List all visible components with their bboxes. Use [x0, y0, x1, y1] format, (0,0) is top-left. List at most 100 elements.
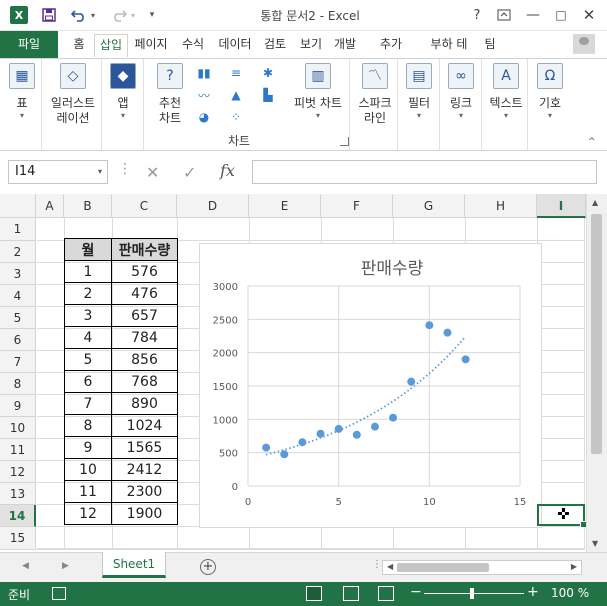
row-header-1[interactable]: 1	[0, 218, 36, 241]
redo-dropdown-icon[interactable]: ▾	[128, 6, 138, 24]
cell-month[interactable]: 6	[64, 370, 112, 393]
zoom-slider[interactable]	[424, 593, 524, 594]
tab-addins[interactable]: 추가	[376, 34, 406, 57]
tab-insert[interactable]: 삽입	[94, 34, 128, 57]
row-header-14[interactable]: 14	[0, 505, 36, 527]
save-icon[interactable]	[40, 6, 58, 24]
name-box[interactable]: I14 ▾	[8, 160, 108, 184]
addins-button[interactable]: ◆ 앱 ▾	[109, 63, 137, 121]
cell-month[interactable]: 12	[64, 502, 112, 525]
row-header-6[interactable]: 6	[0, 329, 36, 351]
cell-sales[interactable]: 1024	[111, 414, 178, 437]
cancel-icon[interactable]: ✕	[146, 163, 159, 182]
vertical-scrollbar[interactable]: ▲ ▼	[586, 194, 607, 552]
row-header-15[interactable]: 15	[0, 527, 36, 550]
macro-record-icon[interactable]	[52, 587, 66, 600]
illustrations-button[interactable]: ◇ 일러스트 레이션	[46, 63, 100, 126]
column-header-i[interactable]: I	[537, 194, 586, 218]
cell-month[interactable]: 5	[64, 348, 112, 371]
maximize-button[interactable]: □	[550, 4, 572, 26]
help-button[interactable]: ?	[466, 4, 488, 26]
cell-month[interactable]: 9	[64, 436, 112, 459]
select-all-corner[interactable]	[0, 194, 36, 218]
scroll-up-icon[interactable]: ▲	[592, 198, 598, 207]
formula-input[interactable]	[252, 160, 597, 184]
row-header-2[interactable]: 2	[0, 241, 36, 263]
tab-developer[interactable]: 개발	[330, 34, 360, 57]
tab-data[interactable]: 데이터	[214, 34, 256, 57]
text-button[interactable]: A 텍스트 ▾	[486, 63, 526, 121]
cell-sales[interactable]: 1565	[111, 436, 178, 459]
link-button[interactable]: ∞ 링크 ▾	[446, 63, 476, 121]
cell-sales[interactable]: 768	[111, 370, 178, 393]
line-chart-icon[interactable]: 〰	[194, 87, 214, 103]
row-header-7[interactable]: 7	[0, 351, 36, 373]
zoom-slider-thumb[interactable]	[470, 588, 474, 599]
header-month[interactable]: 월	[64, 238, 112, 261]
column-header-h[interactable]: H	[465, 194, 537, 218]
row-header-10[interactable]: 10	[0, 417, 36, 439]
cell-month[interactable]: 2	[64, 282, 112, 305]
horizontal-scrollbar[interactable]: ◀ ▶	[382, 560, 582, 575]
tab-view[interactable]: 보기	[296, 34, 326, 57]
cell-sales[interactable]: 856	[111, 348, 178, 371]
tab-home[interactable]: 홈	[66, 34, 92, 57]
cell-sales[interactable]: 2300	[111, 480, 178, 503]
tab-team[interactable]: 팀	[480, 34, 500, 57]
row-header-5[interactable]: 5	[0, 307, 36, 329]
scroll-right-icon[interactable]: ▶	[571, 562, 577, 571]
table-button[interactable]: ▦ 표 ▾	[8, 63, 36, 121]
insert-function-icon[interactable]: fx	[220, 161, 235, 180]
scroll-left-icon[interactable]: ◀	[387, 562, 393, 571]
close-button[interactable]: ✕	[578, 4, 600, 26]
undo-icon[interactable]	[70, 6, 88, 24]
redo-icon[interactable]	[110, 6, 128, 24]
cell-sales[interactable]: 784	[111, 326, 178, 349]
radar-chart-icon[interactable]: ✱	[258, 65, 278, 81]
scatter-chart-icon[interactable]: ⁘	[226, 109, 246, 125]
scatter-chart[interactable]: 판매수량 0 500 1000 1500 2000 2500 3000 0 5 10 15	[199, 243, 542, 528]
formula-bar-grip-icon[interactable]: ⋮	[118, 161, 132, 177]
page-break-view-icon[interactable]	[378, 586, 394, 601]
tab-split-handle-icon[interactable]: ⋮	[372, 559, 382, 570]
normal-view-icon[interactable]	[306, 586, 322, 601]
ribbon-display-options-icon[interactable]	[493, 4, 515, 26]
minimize-button[interactable]: —	[522, 4, 544, 26]
user-avatar[interactable]	[573, 34, 595, 54]
pivot-chart-button[interactable]: ▥ 피벗 차트 ▾	[290, 63, 346, 121]
column-header-e[interactable]: E	[249, 194, 321, 218]
column-chart-icon[interactable]: ▮▮	[194, 65, 214, 81]
tab-formulas[interactable]: 수식	[176, 34, 210, 57]
cell-sales[interactable]: 476	[111, 282, 178, 305]
cell-month[interactable]: 7	[64, 392, 112, 415]
column-header-b[interactable]: B	[64, 194, 112, 218]
cell-sales[interactable]: 890	[111, 392, 178, 415]
zoom-in-icon[interactable]: +	[527, 584, 539, 600]
cell-month[interactable]: 8	[64, 414, 112, 437]
recommended-charts-button[interactable]: ? 추천 차트	[152, 63, 188, 126]
hierarchy-chart-icon[interactable]: ≡	[226, 65, 246, 81]
add-sheet-icon[interactable]: +	[200, 559, 216, 575]
cell-sales[interactable]: 576	[111, 260, 178, 283]
cell-sales[interactable]: 2412	[111, 458, 178, 481]
cell-month[interactable]: 1	[64, 260, 112, 283]
cell-month[interactable]: 4	[64, 326, 112, 349]
dialog-launcher-icon[interactable]	[340, 137, 349, 146]
scroll-down-icon[interactable]: ▼	[592, 539, 598, 548]
cell-month[interactable]: 11	[64, 480, 112, 503]
cell-sales[interactable]: 1900	[111, 502, 178, 525]
area-chart-icon[interactable]: ▲	[226, 87, 246, 103]
customize-qat-icon[interactable]: ▾	[146, 6, 158, 24]
filter-button[interactable]: ▤ 필터 ▾	[404, 63, 434, 121]
tab-load-test[interactable]: 부하 테	[426, 34, 472, 57]
cell-sales[interactable]: 657	[111, 304, 178, 327]
column-header-a[interactable]: A	[36, 194, 64, 218]
horizontal-scroll-thumb[interactable]	[397, 563, 489, 572]
sparklines-button[interactable]: 〽 스파크 라인	[354, 63, 396, 126]
sheet-prev-icon[interactable]: ◀	[22, 561, 29, 571]
row-header-11[interactable]: 11	[0, 439, 36, 461]
collapse-ribbon-icon[interactable]: ^	[588, 137, 596, 147]
column-header-d[interactable]: D	[177, 194, 249, 218]
sheet-tab-sheet1[interactable]: Sheet1	[102, 552, 166, 578]
row-header-3[interactable]: 3	[0, 263, 36, 285]
